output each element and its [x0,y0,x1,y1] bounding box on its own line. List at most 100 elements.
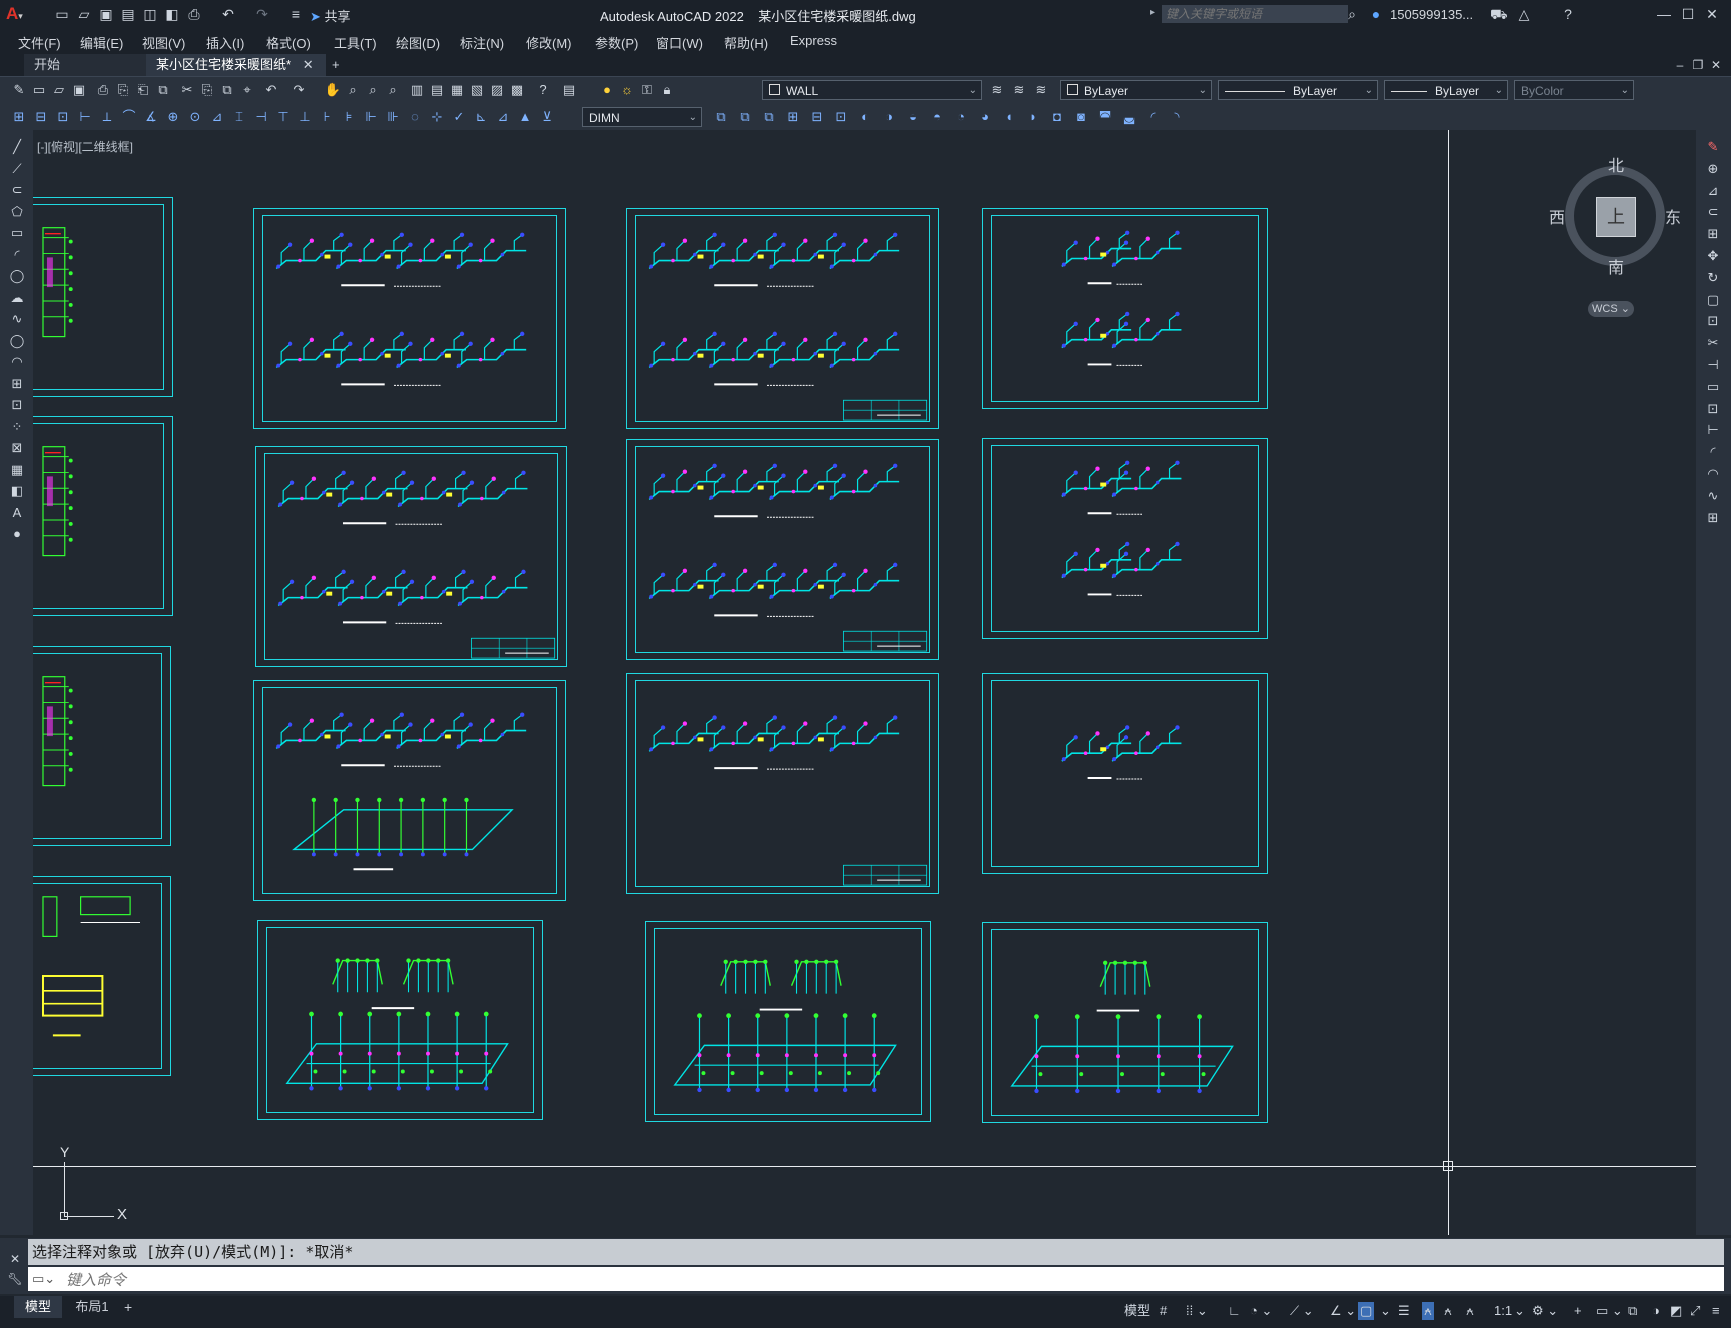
customize-command-icon[interactable]: 🔧︎ [6,1272,24,1286]
annotation-scale-value[interactable]: 1:1 [1494,1302,1512,1320]
user-icon[interactable]: ● [1368,6,1384,22]
layer-dropdown[interactable]: WALL ⌄ [762,80,982,100]
standard-tool-icon-9[interactable]: ⎘ [198,81,216,99]
drawing-sheet[interactable] [253,208,566,429]
save-web-icon[interactable]: ◧ [164,6,180,22]
standard-tool-icon-26[interactable]: ● [598,81,616,99]
modify-palette-icon-1[interactable]: ⊕ [1704,160,1722,178]
drawing-sheet[interactable] [257,920,543,1120]
command-prompt-icon[interactable]: ▭⌄ [32,1271,55,1287]
modify-tool-icon-1[interactable]: ⧉ [736,108,754,126]
modify-palette-icon-8[interactable]: ⊡ [1704,312,1722,330]
layer-tool-icon-2[interactable]: ≋ [1032,81,1050,99]
dimension-tool-icon-19[interactable]: ⊹ [428,108,446,126]
standard-tool-icon-16[interactable]: ⌕ [364,81,382,99]
annotation-scale-icon[interactable]: ⍲ [1466,1302,1474,1320]
standard-tool-icon-24[interactable]: ? [534,81,552,99]
modify-tool-icon-14[interactable]: ◘ [1048,108,1066,126]
standard-tool-icon-28[interactable]: ⚿ [638,81,656,99]
viewcube-face[interactable]: 上 [1596,197,1636,237]
modify-tool-icon-7[interactable]: ◑ [880,108,898,126]
lineweight-dropdown[interactable]: ByLayer ⌄ [1384,80,1508,100]
redo-icon[interactable]: ↷ [254,6,270,22]
modify-palette-icon-12[interactable]: ⊡ [1704,400,1722,418]
open-web-icon[interactable]: ◫ [142,6,158,22]
standard-tool-icon-18[interactable]: ▥ [408,81,426,99]
modify-palette-icon-9[interactable]: ✂ [1704,334,1722,352]
standard-tool-icon-25[interactable]: ▤ [560,81,578,99]
modify-tool-icon-13[interactable]: ◗ [1024,108,1042,126]
isodraft-icon[interactable]: ⟋ ⌄ [1290,1302,1314,1320]
drawing-sheet[interactable] [645,921,931,1122]
dimension-tool-icon-12[interactable]: ⊤ [274,108,292,126]
modify-tool-icon-2[interactable]: ⧉ [760,108,778,126]
draw-tool-icon-11[interactable]: ⊞ [8,375,26,393]
draw-tool-icon-13[interactable]: ⁘ [8,418,26,436]
modify-palette-icon-5[interactable]: ✥ [1704,247,1722,265]
standard-tool-icon-8[interactable]: ✂ [178,81,196,99]
dimension-tool-icon-13[interactable]: ⊥ [296,108,314,126]
compass-north[interactable]: 北 [1608,152,1624,176]
dimension-tool-icon-22[interactable]: ⊿ [494,108,512,126]
dimension-tool-icon-18[interactable]: ◌ [406,108,424,126]
dimension-tool-icon-20[interactable]: ✓ [450,108,468,126]
modify-tool-icon-0[interactable]: ⧉ [712,108,730,126]
close-command-icon[interactable]: ✕ [6,1252,24,1266]
draw-tool-icon-18[interactable]: ● [8,525,26,543]
draw-tool-icon-17[interactable]: A [8,504,26,522]
modify-tool-icon-19[interactable]: ◝ [1168,108,1186,126]
menu-item-3[interactable]: 插入(I) [206,33,244,52]
modify-tool-icon-10[interactable]: ◔ [952,108,970,126]
search-icon[interactable]: ⌕ [1344,6,1360,22]
modify-palette-icon-17[interactable]: ⊞ [1704,509,1722,527]
standard-tool-icon-7[interactable]: ⧉ [154,81,172,99]
tab-document[interactable]: 某小区住宅楼采暖图纸* ✕ [146,54,326,76]
new-tab-icon[interactable]: + [322,54,350,76]
dimension-tool-icon-17[interactable]: ⊪ [384,108,402,126]
drawing-sheet[interactable] [33,876,171,1076]
close-icon[interactable]: ✕ [1704,6,1720,22]
minimize-icon[interactable]: — [1656,6,1672,22]
snap-icon[interactable]: ⁞⁞ ⌄ [1186,1302,1208,1320]
workspace-gear-icon[interactable]: ⚙ ⌄ [1532,1302,1558,1320]
modify-palette-icon-10[interactable]: ⊣ [1704,356,1722,374]
modify-palette-icon-14[interactable]: ◜ [1704,443,1722,461]
plotstyle-dropdown[interactable]: ByColor ⌄ [1514,80,1634,100]
menu-item-10[interactable]: 窗口(W) [656,33,703,52]
modify-tool-icon-6[interactable]: ◐ [856,108,874,126]
viewcube[interactable]: 上 北 南 西 东 [1549,156,1681,278]
search-input[interactable] [1162,5,1348,23]
plot-icon[interactable]: ⎙ [186,6,202,22]
osnap-tracking-icon[interactable]: ∠ ⌄ [1330,1302,1356,1320]
draw-tool-icon-8[interactable]: ∿ [8,310,26,328]
save-icon[interactable]: ▣ [98,6,114,22]
draw-tool-icon-1[interactable]: ⟋ [8,160,26,178]
modify-tool-icon-8[interactable]: ◒ [904,108,922,126]
dimension-tool-icon-15[interactable]: ⊧ [340,108,358,126]
drawing-sheet[interactable] [626,439,939,660]
units-icon[interactable]: ▭ ⌄ [1596,1302,1623,1320]
draw-tool-icon-5[interactable]: ◜ [8,246,26,264]
compass-south[interactable]: 南 [1608,254,1624,278]
annotation-visibility-icon[interactable]: ⍲ [1422,1302,1434,1320]
app-menu-button[interactable]: A▾ [6,4,36,24]
draw-tool-icon-0[interactable]: ╱ [8,138,26,156]
draw-tool-icon-7[interactable]: ☁ [8,289,26,307]
dimension-tool-icon-9[interactable]: ⊿ [208,108,226,126]
modify-palette-icon-11[interactable]: ▭ [1704,378,1722,396]
linetype-dropdown[interactable]: ByLayer ⌄ [1218,80,1378,100]
command-input-row[interactable]: ▭⌄ [28,1267,1724,1291]
dimension-tool-icon-8[interactable]: ⊙ [186,108,204,126]
model-space-button[interactable]: 模型 [1124,1302,1150,1320]
dimension-tool-icon-24[interactable]: ⊻ [538,108,556,126]
standard-tool-icon-11[interactable]: ⌖ [238,81,256,99]
drawing-sheet[interactable] [33,646,171,846]
compass-east[interactable]: 东 [1665,204,1681,228]
doc-minimize-icon[interactable]: – [1672,57,1688,73]
isolate-objects-icon[interactable]: ◑ [1652,1302,1660,1320]
dimension-tool-icon-14[interactable]: ⊦ [318,108,336,126]
drawing-sheet[interactable] [255,446,567,667]
standard-tool-icon-10[interactable]: ⧉ [218,81,236,99]
modify-tool-icon-17[interactable]: ◛ [1120,108,1138,126]
dimension-tool-icon-11[interactable]: ⊣ [252,108,270,126]
